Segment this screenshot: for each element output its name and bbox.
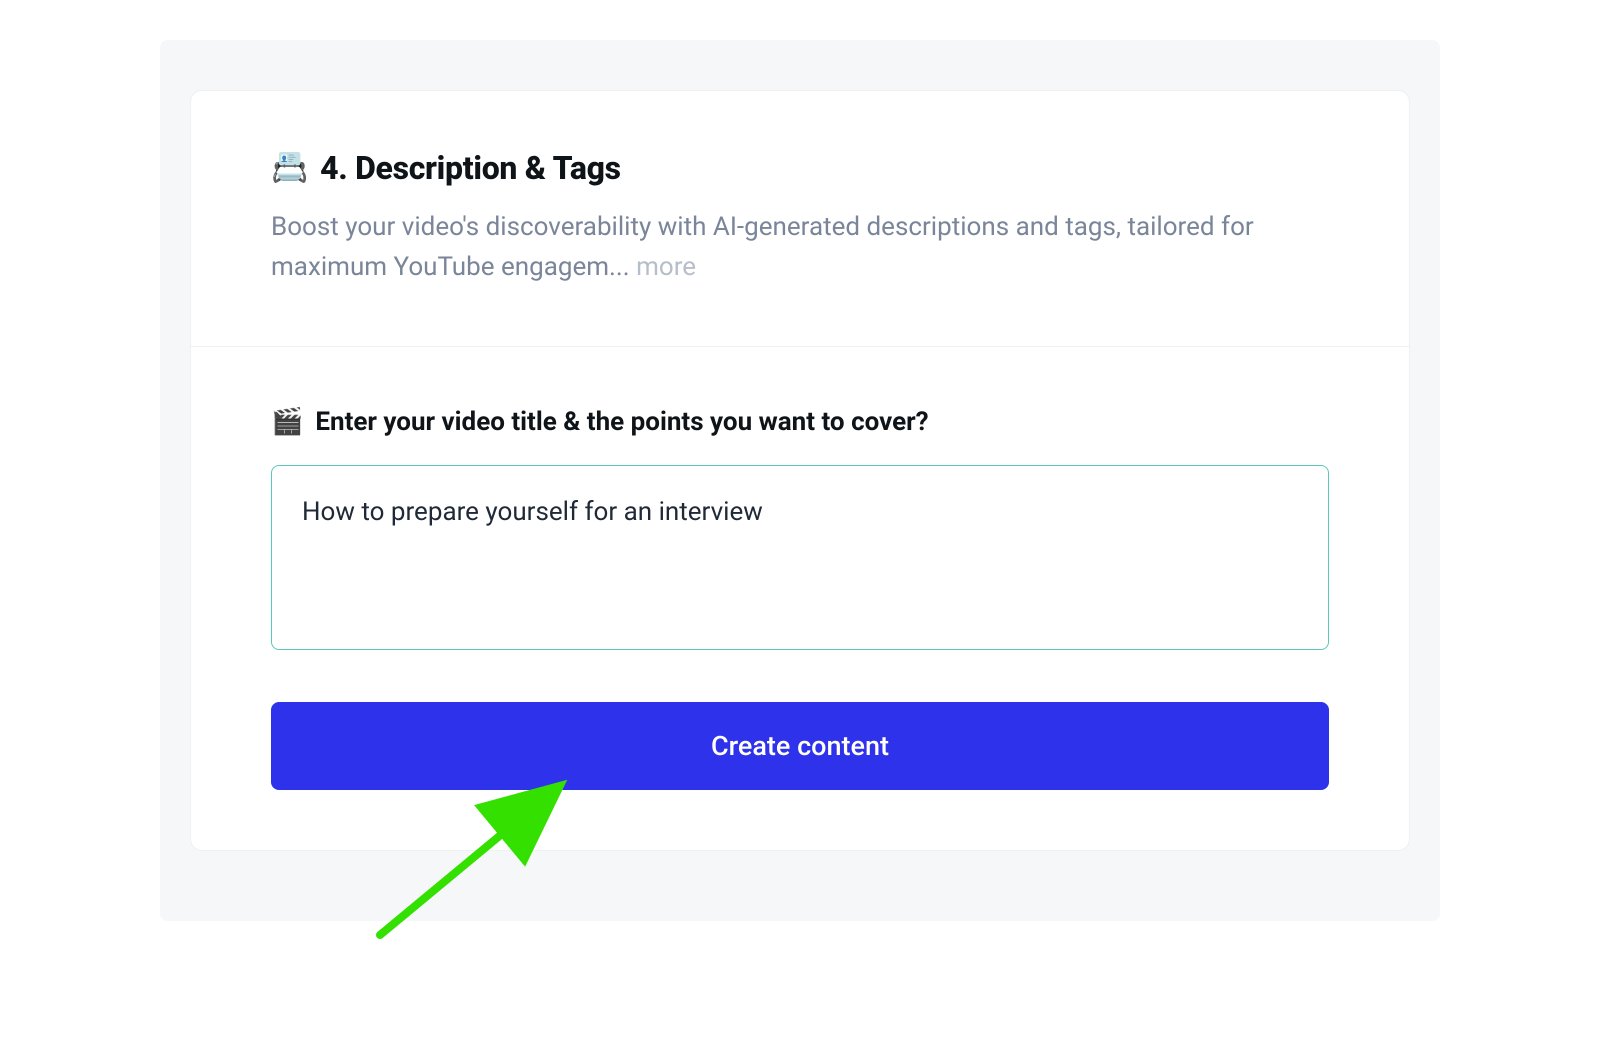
description-tags-card: 📇 4. Description & Tags Boost your video… [190,90,1410,851]
more-link[interactable]: more [636,252,696,282]
video-title-label-text: Enter your video title & the points you … [315,407,928,437]
card-index-icon: 📇 [271,153,308,183]
section-title-text: 4. Description & Tags [320,149,621,187]
video-title-input[interactable] [271,465,1329,650]
video-title-label: 🎬 Enter your video title & the points yo… [271,407,1329,437]
create-content-button[interactable]: Create content [271,702,1329,790]
card-body: 🎬 Enter your video title & the points yo… [191,347,1409,850]
page-wrapper: 📇 4. Description & Tags Boost your video… [160,40,1440,921]
section-title: 📇 4. Description & Tags [271,149,1329,187]
section-subtitle: Boost your video's discoverability with … [271,207,1329,288]
card-header: 📇 4. Description & Tags Boost your video… [191,91,1409,347]
clapper-icon: 🎬 [271,409,303,435]
section-subtitle-text: Boost your video's discoverability with … [271,212,1254,282]
